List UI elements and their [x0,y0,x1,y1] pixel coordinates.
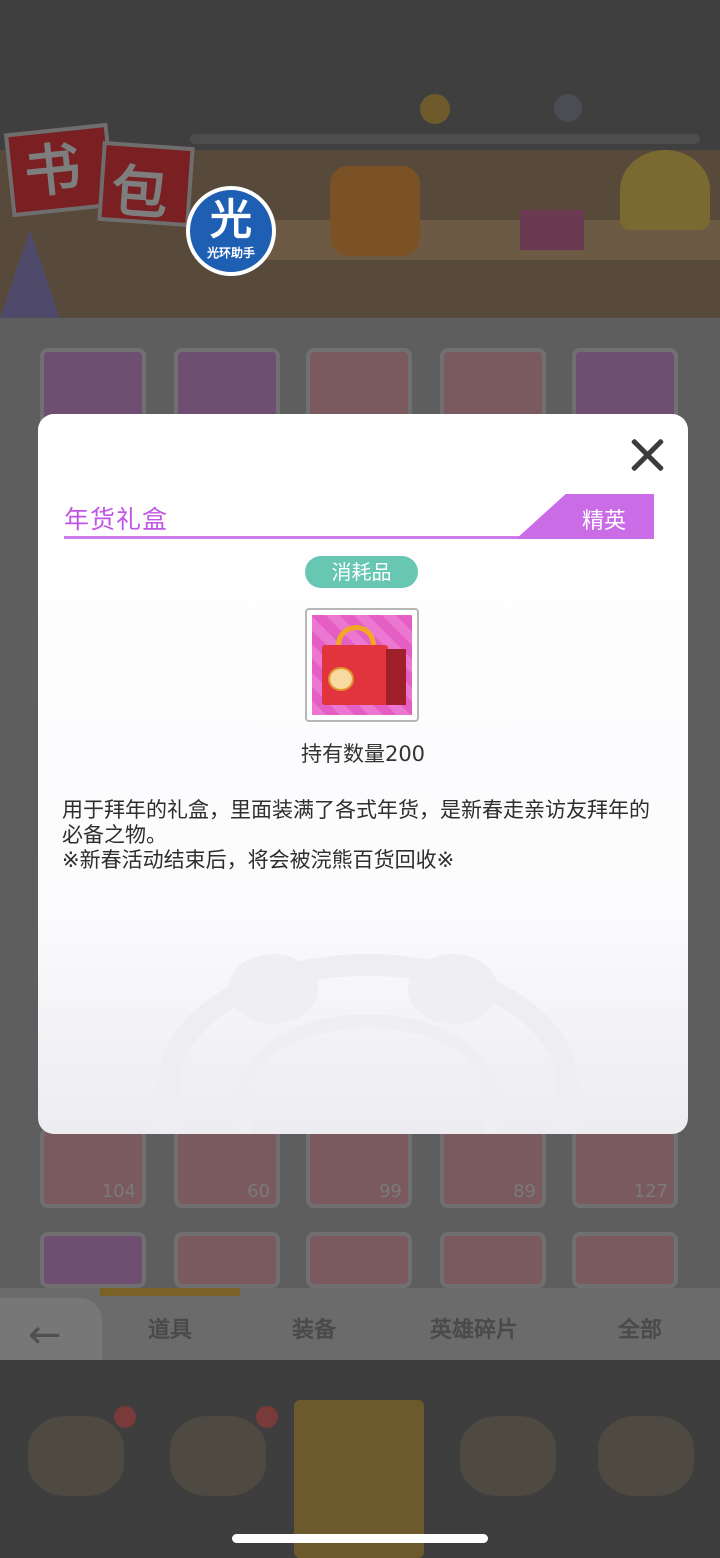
guanghuan-watermark-logo: 光 光环助手 [186,186,276,276]
title-char: 书 [21,135,84,207]
item-name: 年货礼盒 [64,505,169,534]
notification-dot-icon [114,1406,136,1428]
inventory-item-tile[interactable]: 60 [174,1128,280,1208]
item-count: 89 [513,1181,536,1202]
umbrella-illustration [0,230,60,318]
title-char: 包 [109,158,170,228]
item-count: 104 [101,1181,136,1202]
tab-props[interactable]: 道具 [148,1312,192,1344]
dock-nav-icon[interactable] [460,1416,556,1496]
tab-equipment[interactable]: 装备 [292,1312,336,1344]
item-count: 99 [379,1181,402,1202]
inventory-item-tile[interactable] [440,1232,546,1288]
experience-bar [190,134,700,144]
description-line: 用于拜年的礼盒，里面装满了各式年货，是新春走亲访友拜年的必备之物。 [62,798,650,847]
description-line: ※新春活动结束后，将会被浣熊百货回收※ [62,848,455,872]
tab-all[interactable]: 全部 [618,1312,662,1344]
notification-dot-icon [256,1406,278,1428]
holding-quantity: 持有数量200 [300,742,426,766]
active-tab-indicator [100,1288,240,1296]
rarity-badge: 精英 [516,494,654,539]
item-description: 用于拜年的礼盒，里面装满了各式年货，是新春走亲访友拜年的必备之物。 ※新春活动结… [62,798,662,873]
watermark-big-char: 光 [209,195,252,244]
gem-icon [554,94,582,122]
gift-box-illustration [520,210,584,250]
inventory-item-tile[interactable] [40,1232,146,1288]
backpack-header-scene: 书 包 [0,0,720,318]
inventory-item-tile[interactable] [306,1232,412,1288]
item-type-label: 消耗品 [331,560,392,584]
dock-nav-icon[interactable] [170,1416,266,1496]
close-icon[interactable] [624,432,670,478]
gift-bag-icon [312,615,412,715]
raccoon-mascot-illustration [620,150,710,230]
tiger-mascot-icon [328,667,354,691]
gift-bag-side [386,649,406,705]
dock-nav-icon[interactable] [28,1416,124,1496]
item-detail-dialog: 年货礼盒 精英 消耗品 持有数量200 用于拜年的礼盒，里面装满了各式年货，是新… [38,414,688,1134]
inventory-category-tabs: 道具 装备 英雄碎片 全部 [0,1288,720,1360]
inventory-item-tile[interactable] [174,1232,280,1288]
inventory-item-tile[interactable]: 104 [40,1128,146,1208]
inventory-item-tile[interactable]: 99 [306,1128,412,1208]
dock-nav-icon[interactable] [598,1416,694,1496]
bottom-navigation-dock [0,1360,720,1558]
item-type-badge: 消耗品 [305,556,418,588]
home-indicator[interactable] [232,1534,488,1543]
inventory-item-tile[interactable]: 89 [440,1128,546,1208]
watermark-label: 光环助手 [206,246,255,260]
rarity-label: 精英 [582,509,627,534]
inventory-item-tile[interactable]: 127 [572,1128,678,1208]
item-count: 127 [633,1181,668,1202]
inventory-item-tile[interactable] [572,1232,678,1288]
back-arrow-icon: ← [28,1312,62,1358]
tab-hero-shards[interactable]: 英雄碎片 [430,1312,518,1344]
item-count: 60 [247,1181,270,1202]
coin-icon [420,94,450,124]
item-icon-frame [305,608,419,722]
backpack-title-sign: 书 包 [3,118,195,228]
backpack-illustration [330,166,420,256]
